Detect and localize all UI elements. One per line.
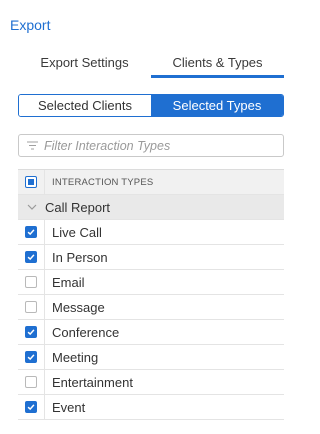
row-checkbox[interactable] [25, 251, 37, 263]
table-row[interactable]: Event [18, 395, 284, 420]
row-checkbox[interactable] [25, 351, 37, 363]
table-row[interactable]: Conference [18, 320, 284, 345]
row-checkbox[interactable] [25, 326, 37, 338]
row-label: Message [52, 299, 105, 315]
filter-icon [27, 141, 38, 150]
table-row[interactable]: Message [18, 295, 284, 320]
row-checkbox[interactable] [25, 301, 37, 313]
select-all-checkbox[interactable] [25, 176, 37, 188]
row-label: Entertainment [52, 374, 133, 390]
selection-toggle: Selected Clients Selected Types [18, 94, 284, 117]
group-label: Call Report [45, 199, 111, 215]
table-row[interactable]: Meeting [18, 345, 284, 370]
tab-export-settings[interactable]: Export Settings [18, 55, 151, 77]
table-row[interactable]: Entertainment [18, 370, 284, 395]
row-label: Event [52, 399, 86, 415]
filter-input[interactable] [44, 138, 264, 153]
group-row-call-report[interactable]: Call Report [18, 195, 284, 220]
row-checkbox[interactable] [25, 401, 37, 413]
column-header: INTERACTION TYPES [52, 176, 154, 188]
table-row[interactable]: In Person [18, 245, 284, 270]
row-label: Meeting [52, 349, 99, 365]
row-checkbox[interactable] [25, 276, 37, 288]
row-label: Conference [52, 324, 120, 340]
row-label: In Person [52, 249, 108, 265]
table-row[interactable]: Email [18, 270, 284, 295]
page-title: Export [10, 17, 51, 33]
selected-clients-button[interactable]: Selected Clients [19, 95, 151, 116]
chevron-down-icon[interactable] [27, 203, 37, 211]
row-checkbox[interactable] [25, 226, 37, 238]
selected-types-button[interactable]: Selected Types [151, 95, 283, 116]
row-label: Live Call [52, 224, 102, 240]
interaction-types-table: INTERACTION TYPES Call Report Live Call I… [18, 169, 284, 420]
filter-field[interactable] [18, 134, 284, 157]
table-row[interactable]: Live Call [18, 220, 284, 245]
table-header-row: INTERACTION TYPES [18, 170, 284, 195]
tab-bar: Export Settings Clients & Types [18, 55, 284, 78]
row-checkbox[interactable] [25, 376, 37, 388]
tab-clients-types[interactable]: Clients & Types [151, 55, 284, 78]
row-label: Email [52, 274, 85, 290]
